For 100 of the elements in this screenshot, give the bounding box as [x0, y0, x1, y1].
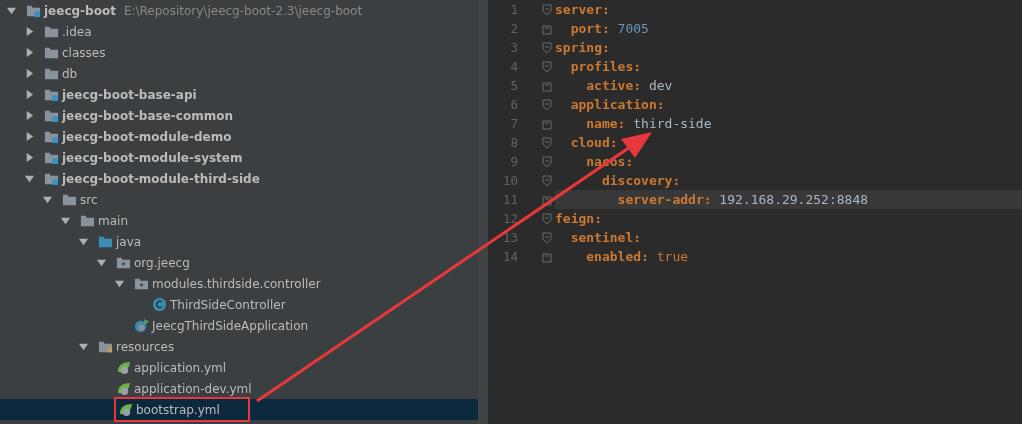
yaml-value: 7005 [617, 21, 649, 36]
tree-item[interactable]: JeecgThirdSideApplication [0, 315, 478, 336]
tree-item[interactable]: main [0, 210, 478, 231]
yaml-key: discovery: [601, 173, 681, 188]
tree-item[interactable]: jeecg-boot-module-demo [0, 126, 478, 147]
item-label: jeecg-boot [44, 3, 116, 18]
item-label: ThirdSideController [170, 297, 286, 312]
fold-marker-icon[interactable] [542, 231, 552, 244]
yaml-icon [116, 360, 131, 375]
yaml-value: true [656, 249, 689, 264]
item-label: src [80, 192, 98, 207]
item-label: java [116, 234, 142, 249]
expand-arrow-icon[interactable] [78, 341, 89, 352]
tree-item[interactable]: resources [0, 336, 478, 357]
expand-arrow-icon[interactable] [24, 131, 35, 142]
tree-item[interactable]: application-dev.yml [0, 378, 478, 399]
yaml-key: server-addr: [617, 192, 712, 207]
yaml-key: name: [586, 116, 626, 131]
expand-arrow-icon[interactable] [78, 236, 89, 247]
tree-item[interactable]: db [0, 63, 478, 84]
line-number: 9 [509, 154, 518, 169]
item-label: main [98, 213, 128, 228]
folder-icon [44, 66, 59, 81]
tree-item[interactable]: jeecg-boot E:\Repository\jeecg-boot-2.3\jeecg-boot [0, 0, 478, 21]
expand-arrow-icon[interactable] [60, 215, 71, 226]
fold-marker-icon[interactable] [542, 136, 552, 149]
fold-marker-icon[interactable] [542, 79, 552, 92]
fold-marker-icon[interactable] [542, 212, 552, 225]
module-icon [44, 87, 59, 102]
fold-marker-icon[interactable] [542, 193, 552, 206]
fold-marker-icon[interactable] [542, 117, 552, 130]
yaml-value: third-side [633, 116, 712, 131]
fold-marker-icon[interactable] [542, 250, 552, 263]
expand-arrow-icon[interactable] [24, 173, 35, 184]
fold-marker-icon[interactable] [542, 3, 552, 16]
item-label: org.jeecg [134, 255, 190, 270]
expand-arrow-icon[interactable] [6, 5, 17, 16]
expand-arrow-icon[interactable] [24, 47, 35, 58]
item-label: modules.thirdside.controller [152, 276, 321, 291]
tree-item[interactable]: .idea [0, 21, 478, 42]
yaml-key: spring: [555, 40, 610, 55]
yaml-key: server: [555, 2, 610, 17]
fold-marker-icon[interactable] [542, 98, 552, 111]
tree-item[interactable]: jeecg-boot-base-api [0, 84, 478, 105]
item-label: jeecg-boot-module-demo [62, 129, 232, 144]
folder-icon [80, 213, 95, 228]
fold-marker-icon[interactable] [542, 174, 552, 187]
tree-item[interactable]: org.jeecg [0, 252, 478, 273]
fold-marker-icon[interactable] [542, 60, 552, 73]
source-folder-icon [98, 234, 113, 249]
item-label: jeecg-boot-base-api [62, 87, 197, 102]
module-icon [44, 150, 59, 165]
yaml-key: sentinel: [570, 230, 642, 245]
item-label: JeecgThirdSideApplication [152, 318, 309, 333]
yaml-key: profiles: [570, 59, 642, 74]
expand-arrow-icon[interactable] [24, 89, 35, 100]
item-label: jeecg-boot-base-common [62, 108, 233, 123]
tree-item[interactable]: ThirdSideController [0, 294, 478, 315]
tree-item[interactable]: classes [0, 42, 478, 63]
yaml-value: 192.168.29.252:8848 [719, 192, 869, 207]
tree-item[interactable]: modules.thirdside.controller [0, 273, 478, 294]
yaml-value: dev [648, 78, 673, 93]
yaml-key: active: [586, 78, 642, 93]
package-icon [134, 276, 149, 291]
expand-arrow-icon[interactable] [24, 68, 35, 79]
line-number: 12 [501, 211, 518, 226]
line-number: 3 [509, 40, 518, 55]
tree-item[interactable]: jeecg-boot-module-system [0, 147, 478, 168]
class-icon [152, 297, 167, 312]
expand-arrow-icon[interactable] [42, 194, 53, 205]
line-number: 6 [509, 97, 518, 112]
expand-arrow-icon[interactable] [114, 278, 125, 289]
line-number: 8 [509, 135, 518, 150]
tree-item[interactable]: jeecg-boot-base-common [0, 105, 478, 126]
yaml-key: port: [570, 21, 610, 36]
tree-item[interactable]: application.yml [0, 357, 478, 378]
fold-marker-icon[interactable] [542, 22, 552, 35]
fold-marker-icon[interactable] [542, 41, 552, 54]
module-icon [44, 129, 59, 144]
tree-item[interactable]: bootstrap.yml [0, 399, 478, 420]
line-number: 1 [509, 2, 518, 17]
tree-item[interactable]: jeecg-boot-module-third-side [0, 168, 478, 189]
line-number: 10 [501, 173, 518, 188]
folder-icon [62, 192, 77, 207]
item-label: jeecg-boot-module-system [62, 150, 243, 165]
spring-app-icon [134, 318, 149, 333]
resources-folder-icon [98, 339, 113, 354]
folder-icon [44, 45, 59, 60]
item-label: bootstrap.yml [136, 402, 220, 417]
tree-item[interactable]: java [0, 231, 478, 252]
item-label: classes [62, 45, 106, 60]
expand-arrow-icon[interactable] [24, 26, 35, 37]
module-icon [44, 108, 59, 123]
folder-icon [44, 24, 59, 39]
expand-arrow-icon[interactable] [24, 110, 35, 121]
expand-arrow-icon[interactable] [24, 152, 35, 163]
line-number: 7 [509, 116, 518, 131]
tree-item[interactable]: src [0, 189, 478, 210]
fold-marker-icon[interactable] [542, 155, 552, 168]
expand-arrow-icon[interactable] [96, 257, 107, 268]
